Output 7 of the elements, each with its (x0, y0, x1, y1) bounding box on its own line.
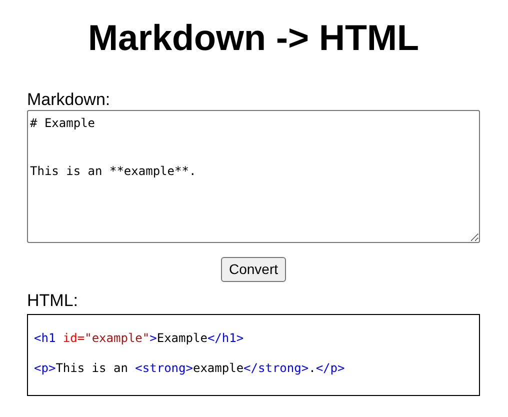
html-label: HTML: (27, 291, 78, 311)
markdown-input[interactable]: # Example This is an **example**. (27, 110, 480, 243)
markdown-label: Markdown: (27, 90, 110, 110)
page-title: Markdown -> HTML (87, 16, 420, 60)
code-line: <p>This is an <strong>example</strong>.</p> (34, 360, 345, 377)
convert-button[interactable]: Convert (220, 257, 286, 282)
code-line: <h1 id="example">Example</h1> (34, 330, 244, 347)
